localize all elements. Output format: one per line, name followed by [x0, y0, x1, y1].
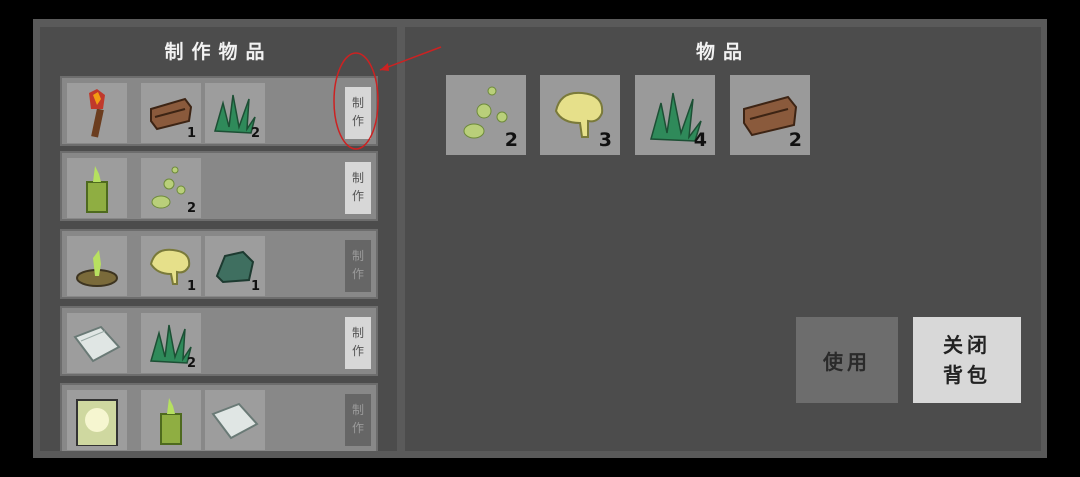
ingredient-count: 1: [186, 279, 196, 294]
ingredient-slot: 1: [141, 83, 201, 143]
inventory-slot[interactable]: 2: [730, 75, 810, 155]
ingredient-slot: 2: [141, 313, 201, 373]
recipe-result-slot[interactable]: [67, 83, 127, 143]
craft-button[interactable]: 制作: [345, 394, 371, 446]
craft-button[interactable]: 制作: [345, 240, 371, 292]
ingredient-count: 1: [250, 279, 260, 294]
inventory-slot[interactable]: 3: [540, 75, 620, 155]
panel-divider: [397, 27, 405, 451]
green-bottle-icon: [86, 166, 108, 213]
ingredient-count: 2: [186, 201, 196, 216]
item-count: 3: [598, 129, 612, 151]
craft-button[interactable]: 制作: [345, 317, 371, 369]
craft-button[interactable]: 制作: [345, 162, 371, 214]
plant-pot-icon: [76, 250, 118, 287]
glowing-lantern-icon: [76, 399, 118, 446]
craft-panel-title: 制作物品: [164, 41, 273, 63]
recipe-row: 2 制作: [60, 306, 378, 376]
ingredient-slot: 2: [141, 158, 201, 218]
green-bottle-icon: [160, 398, 182, 445]
paper-icon: [73, 325, 121, 363]
ingredient-slot: 1: [205, 236, 265, 296]
item-count: 2: [504, 129, 518, 151]
recipe-result-slot[interactable]: [67, 390, 127, 450]
ingredient-slot: 2: [205, 83, 265, 143]
ingredient-slot: 1: [141, 236, 201, 296]
recipe-row: 1 2 制作: [60, 76, 378, 146]
recipe-row: 2 制作: [60, 151, 378, 221]
recipe-row: 1 1 制作: [60, 229, 378, 299]
item-count: 2: [788, 129, 802, 151]
ingredient-count: 2: [250, 126, 260, 141]
ingredient-slot: [205, 390, 265, 450]
craft-button[interactable]: 制作: [345, 87, 371, 139]
item-count: 4: [693, 129, 707, 151]
ingredient-count: 2: [186, 356, 196, 371]
paper-icon: [211, 402, 259, 440]
inventory-slot[interactable]: 4: [635, 75, 715, 155]
craft-panel: 制作物品 1 2 制作 2 制作 1 1 制作 2 制作 制作: [40, 27, 397, 451]
ingredient-count: 1: [186, 126, 196, 141]
use-button[interactable]: 使用: [796, 317, 898, 403]
inventory-slot[interactable]: 2: [446, 75, 526, 155]
recipe-row: 制作: [60, 383, 378, 451]
recipe-result-slot[interactable]: [67, 313, 127, 373]
close-backpack-button[interactable]: 关闭 背包: [913, 317, 1021, 403]
ingredient-slot: [141, 390, 201, 450]
recipe-result-slot[interactable]: [67, 236, 127, 296]
items-panel-title: 物品: [695, 41, 750, 63]
recipe-result-slot[interactable]: [67, 158, 127, 218]
torch-icon: [89, 89, 105, 138]
